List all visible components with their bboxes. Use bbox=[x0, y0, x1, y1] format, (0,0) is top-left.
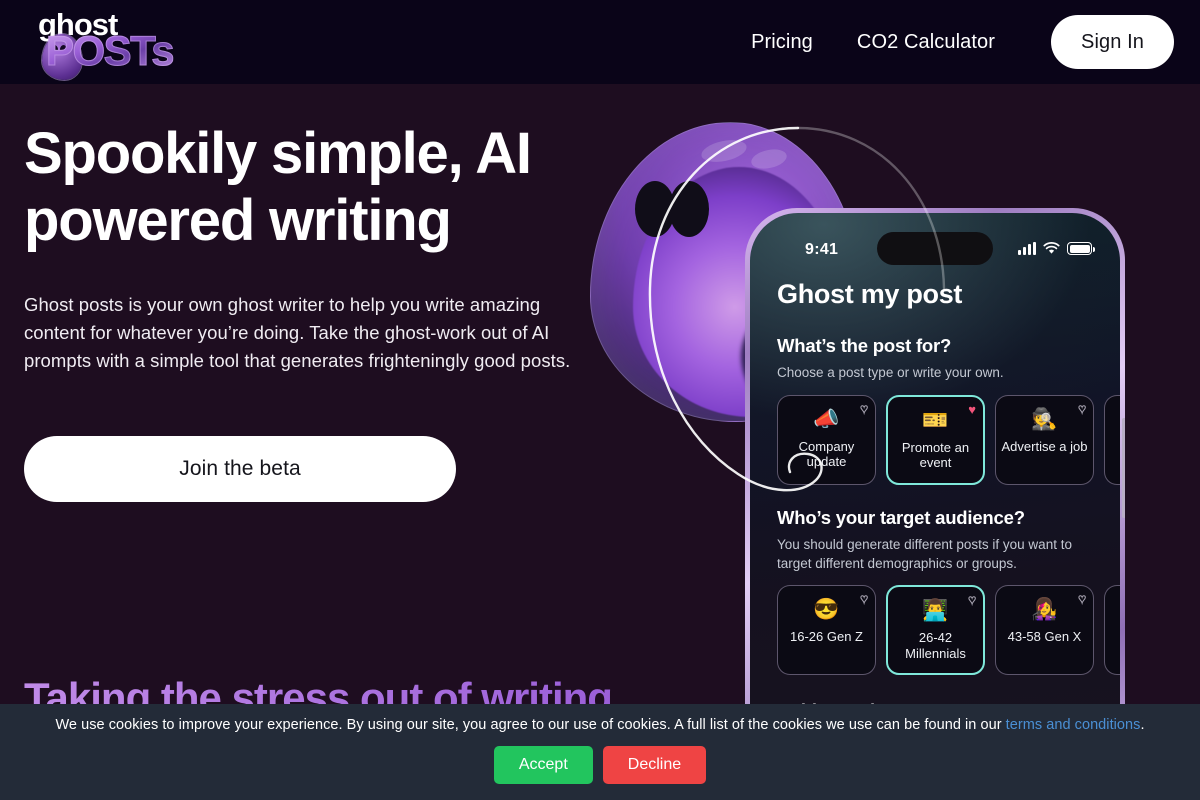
option-emoji-icon: 👨‍💻 bbox=[922, 599, 949, 623]
option-label: 26-42 Millennials bbox=[905, 630, 966, 662]
hero-title: Spookily simple, AI powered writing bbox=[24, 120, 604, 255]
phone-mockup: 9:41 Ghost my post What’s the post for? … bbox=[745, 208, 1125, 704]
option-label: 16-26 Gen Z bbox=[790, 629, 863, 645]
battery-icon bbox=[1067, 242, 1095, 255]
section-subtitle: Choose a post type or write your own. bbox=[777, 365, 1004, 380]
phone-section-target-audience: Who’s your target audience? You should g… bbox=[777, 507, 1120, 676]
hero-title-line-1: Spookily simple, AI bbox=[24, 121, 532, 186]
favorite-heart-icon[interactable]: ♥ bbox=[1078, 592, 1087, 606]
hero-subtitle: Ghost posts is your own ghost writer to … bbox=[24, 293, 571, 371]
nav-link-pricing[interactable]: Pricing bbox=[729, 31, 835, 54]
option-card-row: ♥ 📣 Company update ♥ 🎫 Promote an event … bbox=[777, 394, 1120, 485]
option-card[interactable]: ♥ bbox=[1104, 585, 1120, 676]
dynamic-island bbox=[877, 232, 993, 265]
wifi-icon bbox=[1043, 242, 1060, 254]
nav-link-co2-calculator[interactable]: CO2 Calculator bbox=[835, 31, 1017, 54]
option-label: 43-58 Gen X bbox=[1007, 629, 1082, 645]
cookie-banner-text: We use cookies to improve your experienc… bbox=[55, 717, 1144, 733]
logo-text-posts: POSTs bbox=[45, 27, 175, 74]
option-card[interactable]: ♥ 🎫 Promote an event bbox=[886, 394, 985, 485]
site-header: ghost POSTs Pricing CO2 Calculator Sign … bbox=[0, 0, 1200, 84]
option-card[interactable]: ♥ 👨‍💻 26-42 Millennials bbox=[886, 585, 985, 676]
favorite-heart-icon[interactable]: ♥ bbox=[1078, 401, 1087, 415]
logo[interactable]: ghost POSTs bbox=[36, 4, 206, 82]
accept-cookies-button[interactable]: Accept bbox=[493, 746, 593, 784]
phone-app-title: Ghost my post bbox=[777, 279, 963, 309]
phone-section-post-type: What’s the post for? Choose a post type … bbox=[777, 335, 1120, 485]
option-card[interactable]: ♥ 📣 Company update bbox=[777, 394, 876, 485]
cookie-text-after: . bbox=[1140, 717, 1145, 733]
section-title: What’s the post for? bbox=[777, 335, 952, 356]
sign-in-button[interactable]: Sign In bbox=[1051, 15, 1174, 69]
next-section-heading: Taking the stress out of writing bbox=[24, 674, 613, 704]
option-card[interactable]: ♥ 👩‍🎤 43-58 Gen X bbox=[995, 585, 1094, 676]
option-label: Promote an event bbox=[901, 439, 970, 471]
option-emoji-icon: 😎 bbox=[813, 598, 840, 622]
section-subtitle: You should generate different posts if y… bbox=[777, 537, 1072, 571]
hero-title-line-2: powered writing bbox=[24, 188, 452, 254]
favorite-heart-icon[interactable]: ♥ bbox=[860, 592, 869, 606]
favorite-heart-icon[interactable]: ♥ bbox=[968, 593, 977, 607]
option-emoji-icon: 🎫 bbox=[922, 408, 949, 432]
main-nav: Pricing CO2 Calculator Sign In bbox=[729, 0, 1174, 84]
option-card[interactable]: ♥ 🕵️ Advertise a job bbox=[995, 394, 1094, 485]
option-emoji-icon: 📣 bbox=[813, 407, 840, 431]
favorite-heart-icon[interactable]: ♥ bbox=[860, 401, 869, 415]
decline-cookies-button[interactable]: Decline bbox=[602, 746, 707, 784]
option-label: Company update bbox=[798, 438, 855, 470]
status-bar-time: 9:41 bbox=[805, 241, 839, 258]
terms-and-conditions-link[interactable]: terms and conditions bbox=[1006, 717, 1141, 733]
phone-screen: 9:41 Ghost my post What’s the post for? … bbox=[750, 213, 1120, 704]
hero-copy: Spookily simple, AI powered writing Ghos… bbox=[24, 120, 604, 375]
cookie-consent-banner: We use cookies to improve your experienc… bbox=[0, 704, 1200, 800]
option-label: Advertise a job bbox=[1001, 438, 1088, 454]
phone-power-button[interactable] bbox=[1122, 418, 1125, 518]
phone-status-bar: 9:41 bbox=[750, 213, 1120, 265]
cookie-banner-actions: Accept Decline bbox=[493, 746, 707, 784]
option-card-row: ♥ 😎 16-26 Gen Z ♥ 👨‍💻 26-42 Millennials … bbox=[777, 585, 1120, 676]
hero-section: Spookily simple, AI powered writing Ghos… bbox=[0, 84, 1200, 704]
signal-bars-icon bbox=[1018, 242, 1036, 255]
option-emoji-icon: 👩‍🎤 bbox=[1031, 598, 1058, 622]
join-the-beta-button[interactable]: Join the beta bbox=[24, 436, 456, 502]
ghost-eye-right-icon bbox=[669, 181, 709, 237]
option-card[interactable]: ♥ bbox=[1104, 394, 1120, 485]
favorite-heart-icon[interactable]: ♥ bbox=[968, 403, 976, 416]
option-card[interactable]: ♥ 😎 16-26 Gen Z bbox=[777, 585, 876, 676]
cookie-text-before: We use cookies to improve your experienc… bbox=[55, 717, 1006, 733]
section-title: Who’s your target audience? bbox=[777, 507, 1025, 528]
option-emoji-icon: 🕵️ bbox=[1031, 407, 1058, 431]
status-bar-icons bbox=[1018, 242, 1095, 255]
ghost-highlight bbox=[699, 136, 749, 166]
